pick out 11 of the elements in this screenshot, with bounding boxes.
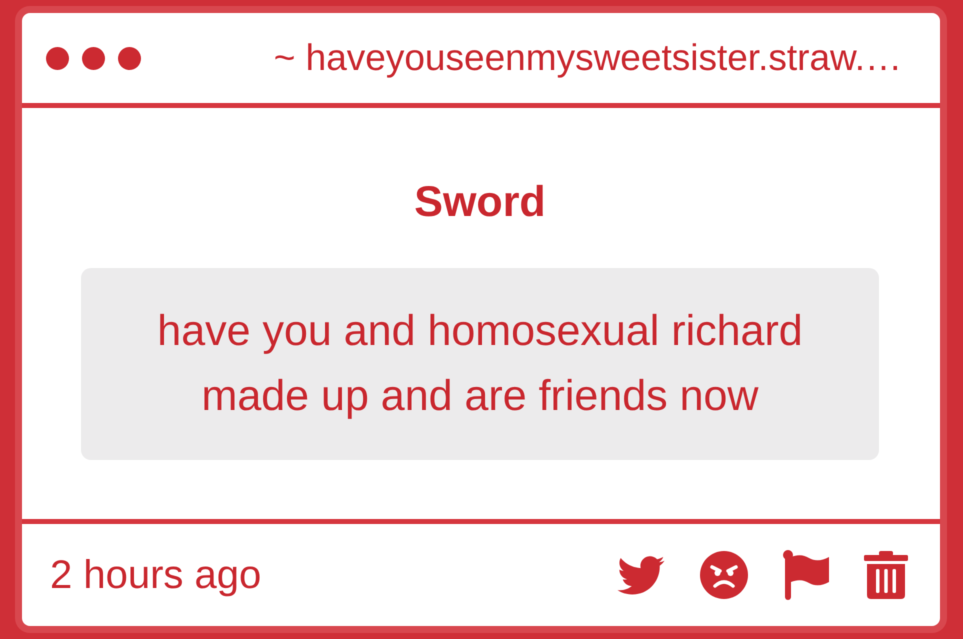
- message-text: have you and homosexual richard made up and are friends now: [156, 306, 804, 422]
- trash-icon[interactable]: [864, 551, 908, 599]
- flag-icon[interactable]: [783, 550, 829, 600]
- timestamp: 2 hours ago: [50, 552, 262, 598]
- window-dot-icon: [46, 46, 69, 70]
- window-dot-icon: [118, 46, 141, 70]
- angry-face-icon[interactable]: [700, 551, 748, 599]
- page-url: ~ haveyouseenmysweetsister.straw.…: [274, 36, 902, 80]
- bird-icon[interactable]: [617, 555, 665, 595]
- message-title: Sword: [414, 178, 546, 226]
- window-dot-icon: [82, 46, 105, 70]
